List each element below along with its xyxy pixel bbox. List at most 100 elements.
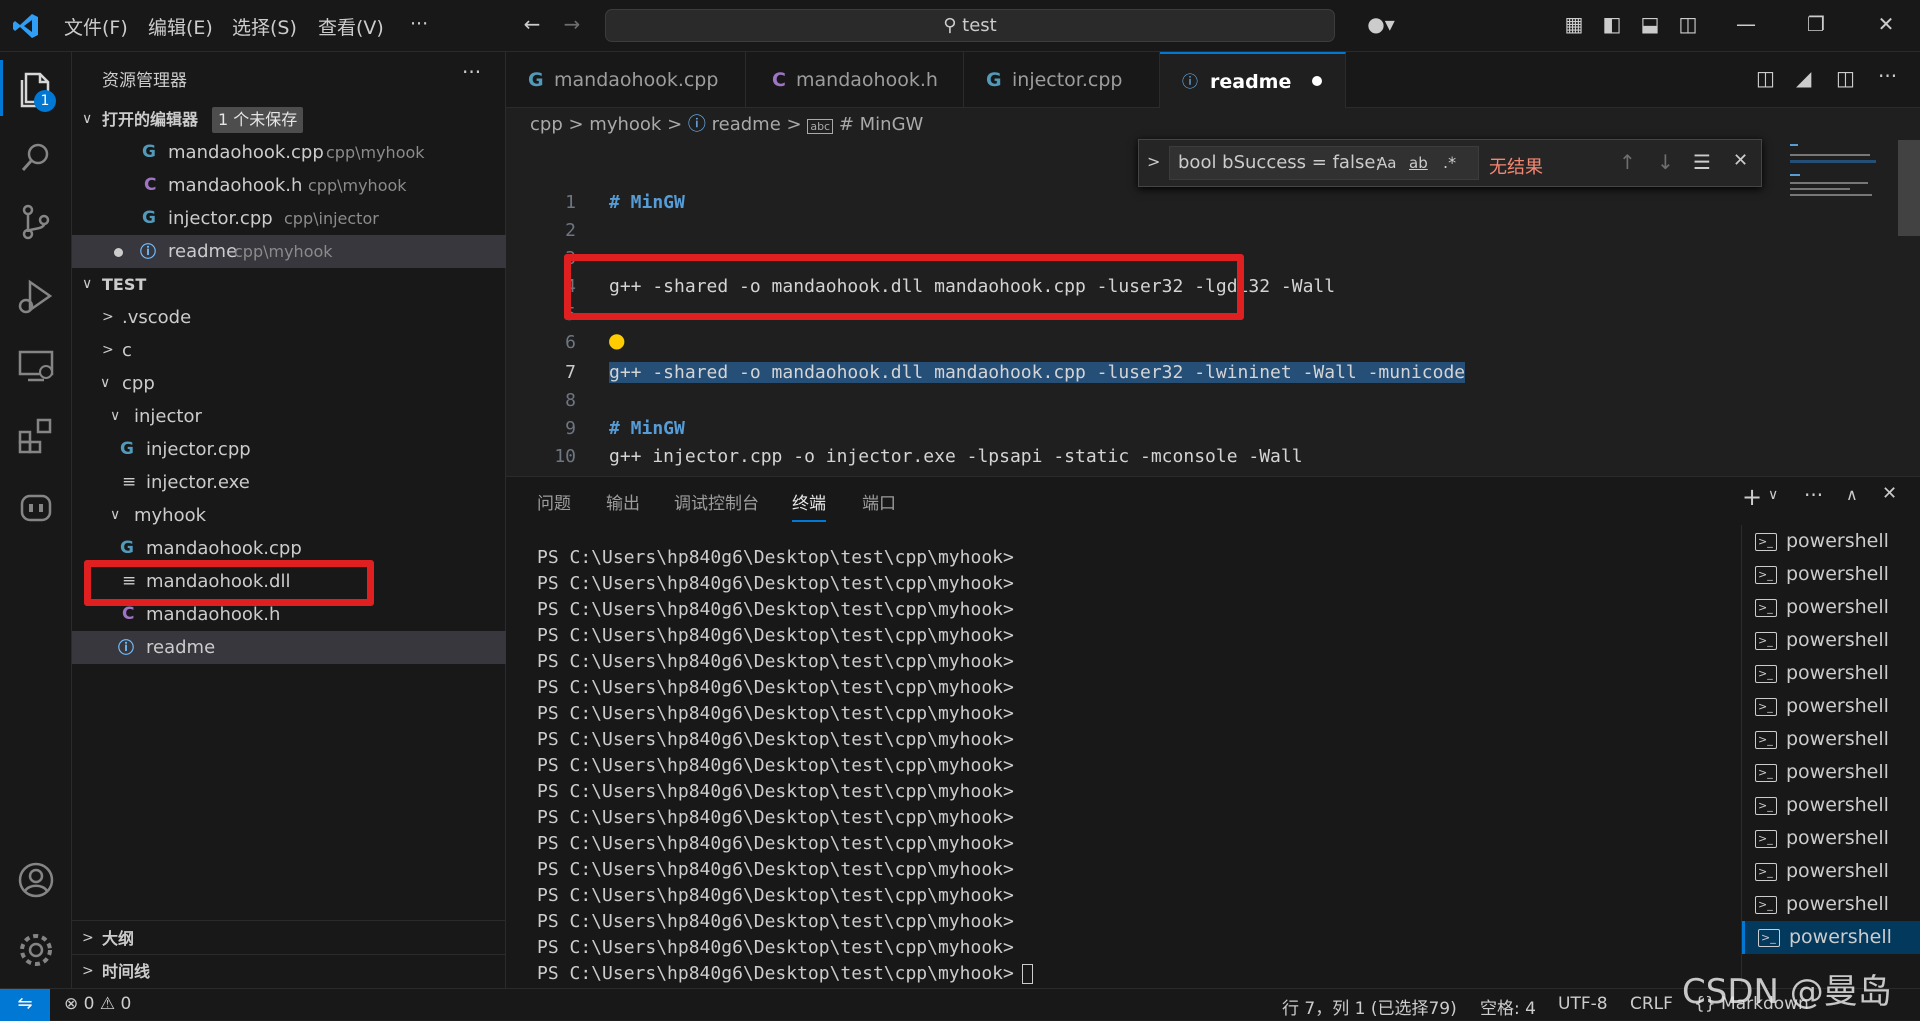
maximize-panel-icon[interactable]: ∧ [1846, 485, 1858, 504]
terminal-item[interactable]: >_ powershell [1742, 690, 1920, 723]
menu-more[interactable]: ··· [410, 13, 428, 35]
tree-file[interactable]: G injector.cpp [72, 433, 506, 466]
toggle-replace-icon[interactable]: > [1147, 152, 1160, 171]
menu-edit[interactable]: 编辑(E) [148, 13, 213, 40]
tree-folder[interactable]: ∨ cpp [72, 367, 506, 400]
terminal-item[interactable]: >_ powershell [1742, 657, 1920, 690]
terminal-item[interactable]: >_ powershell [1742, 888, 1920, 921]
previous-match-icon[interactable]: ↑ [1619, 150, 1636, 174]
restore-icon[interactable]: ❐ [1802, 10, 1830, 38]
copilot-icon[interactable]: ●▾ [1356, 10, 1406, 38]
outline-section[interactable]: > 大纲 [72, 922, 506, 955]
regex-toggle[interactable]: .* [1443, 153, 1456, 172]
menu-file[interactable]: 文件(F) [64, 13, 128, 40]
terminal-icon: >_ [1755, 896, 1777, 914]
workspace-header[interactable]: ∨ TEST [72, 268, 506, 301]
panel-tab-problems[interactable]: 问题 [537, 489, 571, 514]
tab-mandaohook-cpp[interactable]: G mandaohook.cpp [506, 52, 746, 108]
open-preview-icon[interactable]: ◫ [1756, 66, 1775, 90]
tab-mandaohook-h[interactable]: C mandaohook.h [746, 52, 964, 108]
tree-folder[interactable]: ∨ myhook [72, 499, 506, 532]
terminal-item[interactable]: >_ powershell [1742, 591, 1920, 624]
more-actions-icon[interactable]: ··· [1878, 64, 1897, 88]
panel-tab-output[interactable]: 输出 [606, 489, 640, 514]
breadcrumb-item[interactable]: cpp [530, 114, 563, 135]
terminal-item[interactable]: >_ powershell [1742, 822, 1920, 855]
unsaved-dot-icon[interactable] [1312, 76, 1322, 86]
panel-tab-terminal[interactable]: 终端 [792, 489, 826, 522]
terminal-item[interactable]: >_ powershell [1742, 789, 1920, 822]
breadcrumb-item[interactable]: myhook [589, 114, 661, 135]
panel-tab-debug-console[interactable]: 调试控制台 [674, 489, 759, 514]
tab-readme[interactable]: ⓘ readme [1160, 52, 1346, 108]
find-in-selection-icon[interactable]: ☰ [1693, 150, 1711, 174]
split-editor-icon[interactable]: ◫ [1836, 66, 1855, 90]
forward-arrow-icon[interactable]: → [558, 10, 586, 38]
open-editor-item[interactable]: C mandaohook.h cpp\myhook [72, 169, 506, 202]
account-icon[interactable] [14, 858, 58, 902]
terminal-item[interactable]: >_ powershell [1742, 525, 1920, 558]
tree-folder[interactable]: ∨ injector [72, 400, 506, 433]
chevron-down-icon[interactable]: ∨ [1768, 487, 1778, 503]
more-actions-icon[interactable]: ··· [462, 60, 481, 84]
open-editor-item[interactable]: ⓘ readme cpp\myhook [72, 235, 506, 268]
close-find-icon[interactable]: ✕ [1733, 150, 1748, 171]
terminal-item[interactable]: >_ powershell [1742, 558, 1920, 591]
encoding[interactable]: UTF-8 [1558, 994, 1608, 1014]
new-terminal-icon[interactable]: + [1742, 483, 1762, 511]
minimap-line [1790, 144, 1798, 146]
menu-view[interactable]: 查看(V) [318, 13, 384, 40]
minimize-icon[interactable]: — [1732, 10, 1760, 38]
back-arrow-icon[interactable]: ← [518, 10, 546, 38]
indentation[interactable]: 空格: 4 [1480, 994, 1536, 1019]
copilot-chat-icon[interactable] [14, 484, 58, 528]
remote-explorer-icon[interactable] [14, 344, 58, 388]
search-view-icon[interactable] [14, 136, 58, 180]
terminal-item[interactable]: >_ powershell [1742, 756, 1920, 789]
terminal-line: PS C:\Users\hp840g6\Desktop\test\cpp\myh… [537, 599, 1014, 620]
command-center-search[interactable]: ⚲ test [605, 9, 1335, 42]
extensions-icon[interactable] [14, 414, 58, 458]
terminal-item[interactable]: >_ powershell [1742, 723, 1920, 756]
find-input[interactable]: bool bSuccess = false; [1169, 146, 1479, 180]
open-editor-item[interactable]: G mandaohook.cpp cpp\myhook [72, 136, 506, 169]
tree-file[interactable]: ≡ injector.exe [72, 466, 506, 499]
tree-file[interactable]: ⓘ readme [72, 631, 506, 664]
customize-layout-icon[interactable]: ▦ [1560, 10, 1588, 38]
open-editor-item[interactable]: G injector.cpp cpp\injector [72, 202, 506, 235]
toggle-sidebar-icon[interactable]: ◧ [1598, 10, 1626, 38]
remote-indicator-icon[interactable]: ⇋ [0, 989, 50, 1021]
cursor-position[interactable]: 行 7，列 1 (已选择79) [1282, 994, 1457, 1019]
problems-indicator[interactable]: ⊗ 0 ⚠ 0 [64, 994, 131, 1014]
close-panel-icon[interactable]: ✕ [1882, 483, 1897, 504]
terminal-item[interactable]: >_ powershell [1742, 921, 1920, 954]
minimap[interactable] [1790, 140, 1900, 220]
more-actions-icon[interactable]: ··· [1804, 483, 1823, 507]
terminal-item[interactable]: >_ powershell [1742, 855, 1920, 888]
terminal-item[interactable]: >_ powershell [1742, 624, 1920, 657]
whole-word-toggle[interactable]: ab [1409, 154, 1428, 172]
breadcrumb-item[interactable]: # MinGW [839, 114, 924, 135]
compare-icon[interactable]: ◢ [1796, 66, 1811, 90]
close-window-icon[interactable]: ✕ [1872, 10, 1900, 38]
tree-folder[interactable]: > .vscode [72, 301, 506, 334]
panel-tab-ports[interactable]: 端口 [862, 489, 896, 514]
run-debug-icon[interactable] [14, 274, 58, 318]
code-editor[interactable]: 1 2 3 4 5 6 7 8 9 10 # MinGW g++ -shared… [506, 140, 1920, 476]
terminal-line[interactable]: PS C:\Users\hp840g6\Desktop\test\cpp\myh… [537, 963, 1033, 984]
toggle-secondary-sidebar-icon[interactable]: ◫ [1674, 10, 1702, 38]
toggle-panel-icon[interactable]: ⬓ [1636, 10, 1664, 38]
tree-folder[interactable]: > c [72, 334, 506, 367]
timeline-section[interactable]: > 时间线 [72, 955, 506, 988]
menu-selection[interactable]: 选择(S) [232, 13, 297, 40]
settings-gear-icon[interactable] [14, 928, 58, 972]
lightbulb-icon[interactable]: ● [608, 328, 625, 352]
editor-scrollbar[interactable] [1898, 140, 1920, 236]
source-control-icon[interactable] [14, 200, 58, 244]
next-match-icon[interactable]: ↓ [1657, 150, 1674, 174]
tab-injector-cpp[interactable]: G injector.cpp [964, 52, 1160, 108]
match-case-toggle[interactable]: Aa [1377, 154, 1396, 172]
open-editors-header[interactable]: ∨ 打开的编辑器 1 个未保存 [72, 103, 506, 136]
breadcrumb-item[interactable]: readme [712, 114, 781, 135]
line-ending[interactable]: CRLF [1630, 994, 1673, 1014]
